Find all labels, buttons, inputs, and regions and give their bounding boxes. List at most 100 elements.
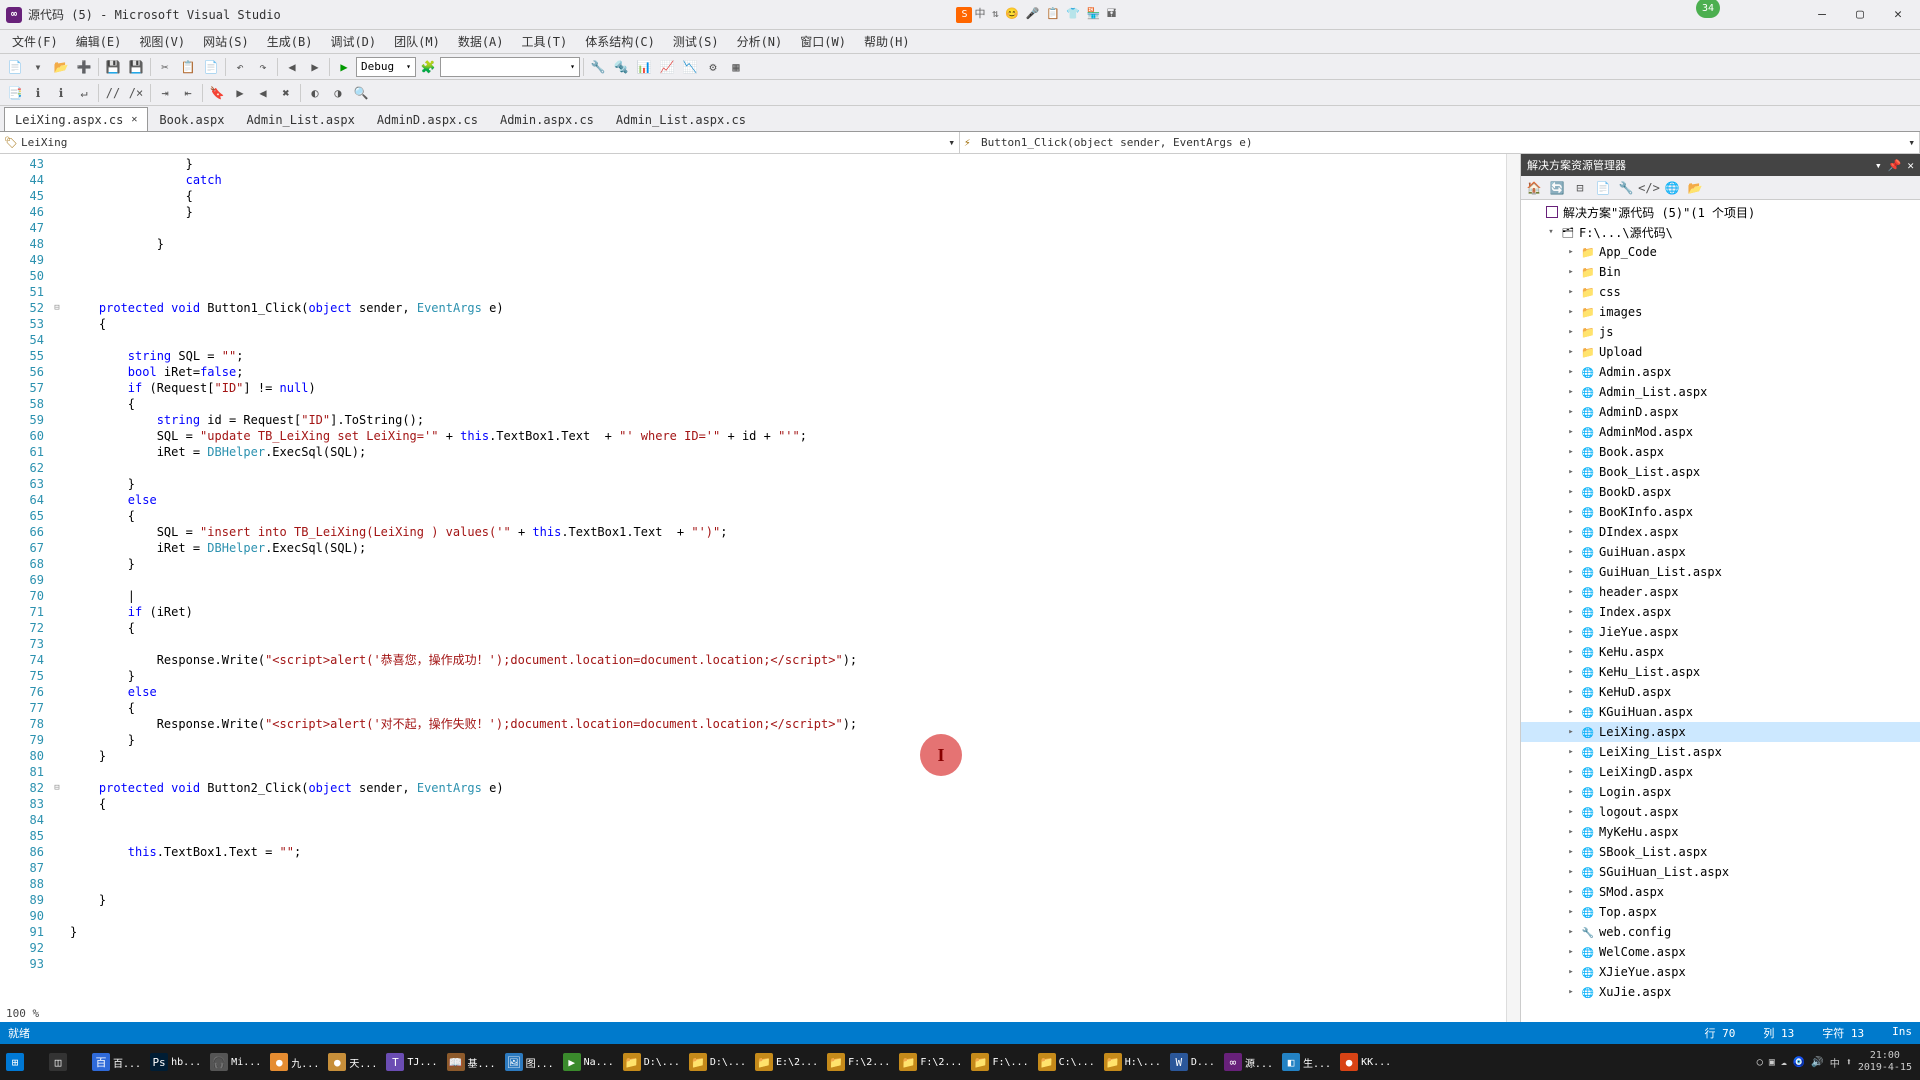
platform-icon[interactable]: 🧩 (417, 56, 439, 78)
document-tab[interactable]: Admin_List.aspx.cs (605, 107, 757, 131)
tree-item[interactable]: ▸Upload (1521, 342, 1920, 362)
taskbar-item[interactable]: ◧生... (1278, 1046, 1335, 1078)
taskbar-item[interactable]: ▶Na... (559, 1046, 618, 1078)
taskbar-item[interactable]: 📖基... (443, 1046, 500, 1078)
taskbar-item[interactable]: ∞源... (1220, 1046, 1277, 1078)
properties-button[interactable]: 🔧 (1615, 177, 1637, 199)
taskbar-item[interactable]: 📁H:\... (1100, 1046, 1165, 1078)
new-button[interactable]: 📄 (4, 56, 26, 78)
nest-button[interactable]: 📂 (1684, 177, 1706, 199)
menu-item[interactable]: 网站(S) (195, 31, 257, 52)
menu-item[interactable]: 文件(F) (4, 31, 66, 52)
taskbar-item[interactable]: TTJ... (382, 1046, 441, 1078)
taskbar-item[interactable]: 百百... (88, 1046, 145, 1078)
fold-column[interactable]: ⊟⊟ (50, 154, 64, 1022)
tree-item[interactable]: ▸GuiHuan.aspx (1521, 542, 1920, 562)
solution-tree[interactable]: 解决方案"源代码 (5)"(1 个项目)▾F:\...\源代码\▸App_Cod… (1521, 200, 1920, 1022)
tree-item[interactable]: ▸XuJie.aspx (1521, 982, 1920, 1002)
tree-item[interactable]: ▸Admin.aspx (1521, 362, 1920, 382)
taskbar-item[interactable]: Pshb... (146, 1046, 205, 1078)
tree-item[interactable]: ▸KGuiHuan.aspx (1521, 702, 1920, 722)
refresh-button[interactable]: 🔄 (1546, 177, 1568, 199)
copy-web-button[interactable]: 🌐 (1661, 177, 1683, 199)
tree-item[interactable]: ▸BookD.aspx (1521, 482, 1920, 502)
show-all-button[interactable]: 📄 (1592, 177, 1614, 199)
taskbar-item[interactable]: 📁D:\... (685, 1046, 750, 1078)
toggle-a-button[interactable]: ◐ (304, 82, 326, 104)
config-dropdown[interactable]: Debug▾ (356, 57, 416, 77)
tool-f-button[interactable]: ⚙ (702, 56, 724, 78)
menu-item[interactable]: 体系结构(C) (577, 31, 663, 52)
bookmark-next-button[interactable]: ▶ (229, 82, 251, 104)
redo-button[interactable]: ↷ (252, 56, 274, 78)
document-tab[interactable]: Admin.aspx.cs (489, 107, 605, 131)
tree-item[interactable]: ▸DIndex.aspx (1521, 522, 1920, 542)
notification-badge[interactable]: 34 (1696, 0, 1720, 18)
menu-item[interactable]: 编辑(E) (68, 31, 130, 52)
tree-item[interactable]: ▸web.config (1521, 922, 1920, 942)
tree-item[interactable]: ▸WelCome.aspx (1521, 942, 1920, 962)
tree-item[interactable]: ▸header.aspx (1521, 582, 1920, 602)
word-wrap-button[interactable]: ↵ (73, 82, 95, 104)
document-tab[interactable]: Admin_List.aspx (235, 107, 365, 131)
taskbar-item[interactable]: ⊞ (2, 1046, 44, 1078)
tree-item[interactable]: ▸KeHuD.aspx (1521, 682, 1920, 702)
tree-item[interactable]: ▸Index.aspx (1521, 602, 1920, 622)
taskbar-item[interactable]: 🎧Mi... (206, 1046, 265, 1078)
view-code-button[interactable]: </> (1638, 177, 1660, 199)
tree-item[interactable]: ▸LeiXing_List.aspx (1521, 742, 1920, 762)
taskbar-item[interactable]: ●九... (266, 1046, 323, 1078)
taskbar-clock[interactable]: 21:002019-4-15 (1858, 1050, 1912, 1074)
document-tab[interactable]: LeiXing.aspx.cs✕ (4, 107, 148, 131)
taskbar-item[interactable]: ●KK... (1336, 1046, 1395, 1078)
tree-item[interactable]: ▸LeiXingD.aspx (1521, 762, 1920, 782)
tree-item[interactable]: ▸BooKInfo.aspx (1521, 502, 1920, 522)
menu-item[interactable]: 测试(S) (665, 31, 727, 52)
overview-ruler[interactable] (1506, 154, 1520, 1022)
taskbar-item[interactable]: 📁F:\2... (895, 1046, 966, 1078)
menu-item[interactable]: 帮助(H) (856, 31, 918, 52)
menu-item[interactable]: 工具(T) (514, 31, 576, 52)
tree-item[interactable]: ▸Book_List.aspx (1521, 462, 1920, 482)
tray-icon[interactable]: 🧿 (1793, 1057, 1805, 1068)
tree-item[interactable]: ▸Top.aspx (1521, 902, 1920, 922)
tool-a-button[interactable]: 🔧 (587, 56, 609, 78)
menu-item[interactable]: 团队(M) (386, 31, 448, 52)
tool-g-button[interactable]: ▦ (725, 56, 747, 78)
tree-item[interactable]: ▸Login.aspx (1521, 782, 1920, 802)
bookmark-prev-button[interactable]: ◀ (252, 82, 274, 104)
menu-item[interactable]: 调试(D) (322, 31, 384, 52)
maximize-button[interactable]: ▢ (1850, 5, 1870, 25)
add-button[interactable]: ➕ (73, 56, 95, 78)
comment-button[interactable]: // (102, 82, 124, 104)
tree-item[interactable]: ▸SGuiHuan_List.aspx (1521, 862, 1920, 882)
tray-icon[interactable]: ▣ (1769, 1057, 1775, 1068)
panel-menu-icon[interactable]: ▾ (1875, 159, 1882, 172)
taskbar-item[interactable]: ◫ (45, 1046, 87, 1078)
tree-item[interactable]: ▸logout.aspx (1521, 802, 1920, 822)
tool-b-button[interactable]: 🔩 (610, 56, 632, 78)
taskbar-item[interactable]: 📁E:\2... (751, 1046, 822, 1078)
pin-icon[interactable]: 📌 (1888, 159, 1902, 172)
toggle-b-button[interactable]: ◑ (327, 82, 349, 104)
tree-item[interactable]: ▸JieYue.aspx (1521, 622, 1920, 642)
member-dropdown[interactable]: ⚡Button1_Click(object sender, EventArgs … (960, 132, 1920, 153)
tree-item[interactable]: ▸GuiHuan_List.aspx (1521, 562, 1920, 582)
cut-button[interactable]: ✂ (154, 56, 176, 78)
menu-item[interactable]: 视图(V) (131, 31, 193, 52)
indent-button[interactable]: ⇥ (154, 82, 176, 104)
tray-icon[interactable]: 🔊 (1811, 1057, 1823, 1068)
taskbar-item[interactable]: 📁C:\... (1034, 1046, 1099, 1078)
close-button[interactable]: ✕ (1888, 5, 1908, 25)
close-tab-icon[interactable]: ✕ (131, 114, 137, 125)
tree-item[interactable]: ▸KeHu_List.aspx (1521, 662, 1920, 682)
new-dropdown-icon[interactable]: ▾ (27, 56, 49, 78)
tool-e-button[interactable]: 📉 (679, 56, 701, 78)
find-combo[interactable]: ▾ (440, 57, 580, 77)
tree-item[interactable]: ▸XJieYue.aspx (1521, 962, 1920, 982)
system-tray[interactable]: ◯▣☁🧿🔊中⬆21:002019-4-15 (1757, 1050, 1918, 1074)
uncomment-button[interactable]: /× (125, 82, 147, 104)
document-tab[interactable]: AdminD.aspx.cs (366, 107, 489, 131)
taskbar-item[interactable]: 📁F:\... (967, 1046, 1032, 1078)
tree-item[interactable]: ▸KeHu.aspx (1521, 642, 1920, 662)
